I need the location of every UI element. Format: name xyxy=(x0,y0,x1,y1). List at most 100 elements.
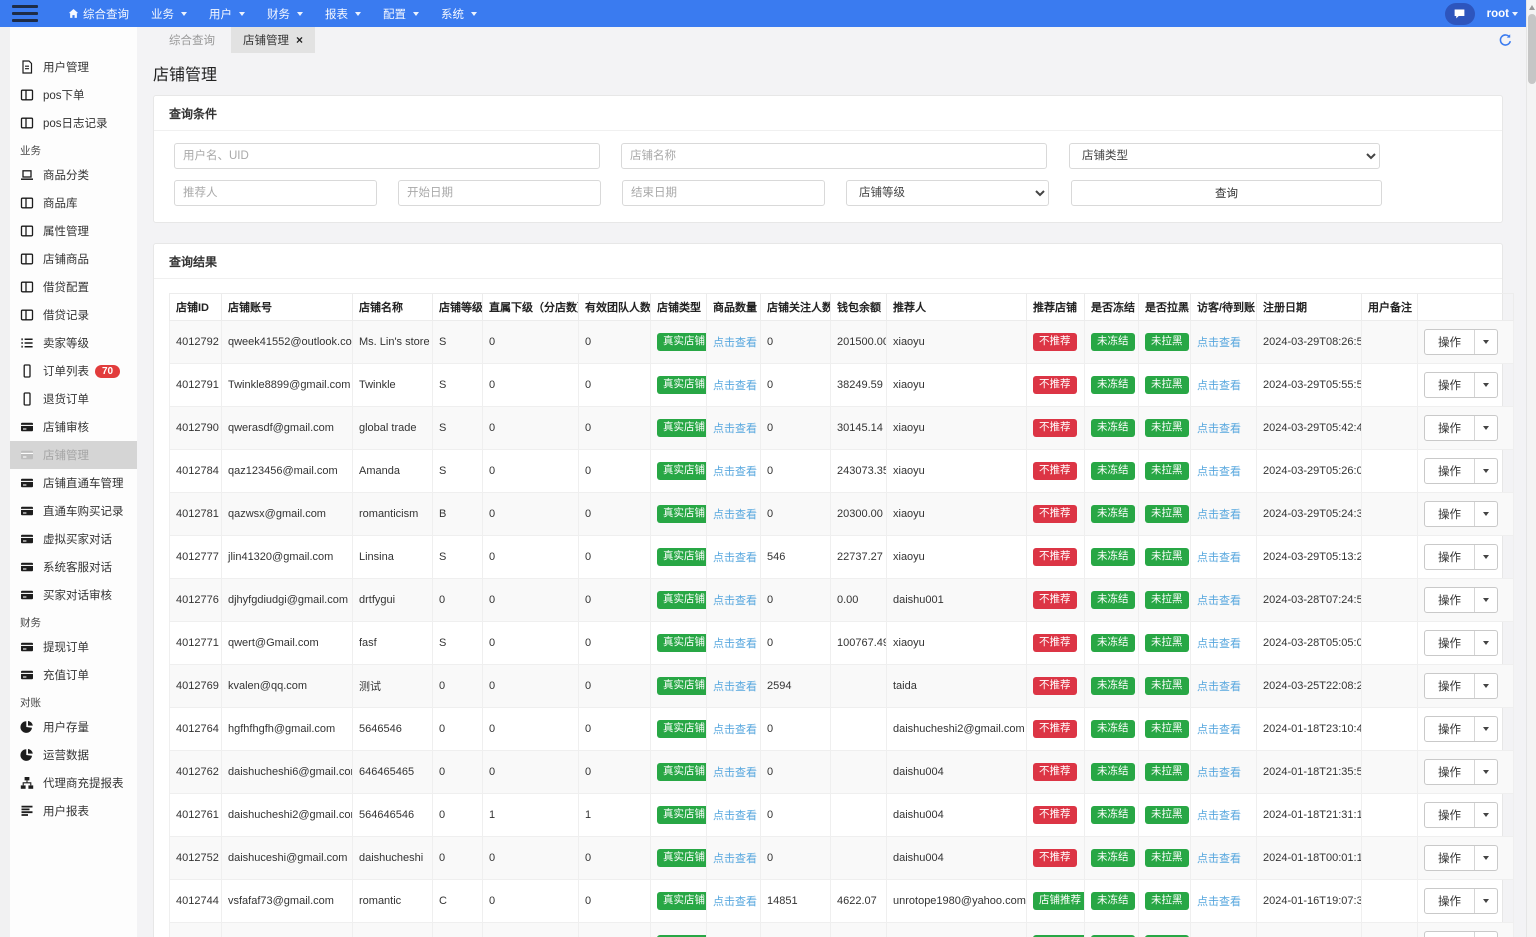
nav-item-user[interactable]: 用户 xyxy=(209,6,245,22)
sidebar-item-user-mgmt[interactable]: 用户管理 xyxy=(10,53,137,81)
view-visitors-link[interactable]: 点击查看 xyxy=(1197,681,1241,693)
shop-level-select[interactable]: 店铺等级 xyxy=(846,180,1049,206)
action-dropdown-toggle[interactable] xyxy=(1475,502,1497,526)
action-dropdown-toggle[interactable] xyxy=(1475,717,1497,741)
action-button[interactable]: 操作 xyxy=(1425,416,1475,440)
action-button[interactable]: 操作 xyxy=(1425,588,1475,612)
menu-toggle-icon[interactable] xyxy=(12,4,38,23)
view-goods-link[interactable]: 点击查看 xyxy=(713,380,757,392)
action-dropdown-toggle[interactable] xyxy=(1475,588,1497,612)
action-split-button[interactable]: 操作 xyxy=(1424,458,1498,484)
sidebar-item-shop-mgmt[interactable]: 店铺管理 xyxy=(10,441,137,469)
view-visitors-link[interactable]: 点击查看 xyxy=(1197,466,1241,478)
view-goods-link[interactable]: 点击查看 xyxy=(713,509,757,521)
action-split-button[interactable]: 操作 xyxy=(1424,888,1498,914)
action-button[interactable]: 操作 xyxy=(1425,545,1475,569)
view-goods-link[interactable]: 点击查看 xyxy=(713,810,757,822)
action-button[interactable]: 操作 xyxy=(1425,846,1475,870)
nav-item-finance[interactable]: 财务 xyxy=(267,6,303,22)
action-split-button[interactable]: 操作 xyxy=(1424,716,1498,742)
action-split-button[interactable]: 操作 xyxy=(1424,802,1498,828)
view-goods-link[interactable]: 点击查看 xyxy=(713,552,757,564)
action-split-button[interactable]: 操作 xyxy=(1424,630,1498,656)
view-visitors-link[interactable]: 点击查看 xyxy=(1197,380,1241,392)
sidebar-item-user-stock[interactable]: 用户存量 xyxy=(10,713,137,741)
action-button[interactable]: 操作 xyxy=(1425,717,1475,741)
action-dropdown-toggle[interactable] xyxy=(1475,932,1497,937)
shop-name-input[interactable] xyxy=(621,143,1047,169)
view-goods-link[interactable]: 点击查看 xyxy=(713,638,757,650)
sidebar-item-agent-report[interactable]: 代理商充提报表 xyxy=(10,769,137,797)
action-button[interactable]: 操作 xyxy=(1425,373,1475,397)
view-visitors-link[interactable]: 点击查看 xyxy=(1197,724,1241,736)
action-button[interactable]: 操作 xyxy=(1425,631,1475,655)
view-goods-link[interactable]: 点击查看 xyxy=(713,595,757,607)
view-visitors-link[interactable]: 点击查看 xyxy=(1197,595,1241,607)
action-dropdown-toggle[interactable] xyxy=(1475,674,1497,698)
shop-type-select[interactable]: 店铺类型 xyxy=(1069,143,1380,169)
view-visitors-link[interactable]: 点击查看 xyxy=(1197,423,1241,435)
action-dropdown-toggle[interactable] xyxy=(1475,631,1497,655)
action-split-button[interactable]: 操作 xyxy=(1424,759,1498,785)
action-split-button[interactable]: 操作 xyxy=(1424,673,1498,699)
view-goods-link[interactable]: 点击查看 xyxy=(713,853,757,865)
tab-shop-management[interactable]: 店铺管理 × xyxy=(231,27,316,53)
view-goods-link[interactable]: 点击查看 xyxy=(713,681,757,693)
action-dropdown-toggle[interactable] xyxy=(1475,330,1497,354)
action-button[interactable]: 操作 xyxy=(1425,889,1475,913)
action-split-button[interactable]: 操作 xyxy=(1424,329,1498,355)
sidebar-item-system-cs-chat[interactable]: 系统客服对话 xyxy=(10,553,137,581)
username-uid-input[interactable] xyxy=(174,143,600,169)
sidebar-item-train-buy-record[interactable]: 直通车购买记录 xyxy=(10,497,137,525)
view-visitors-link[interactable]: 点击查看 xyxy=(1197,810,1241,822)
action-dropdown-toggle[interactable] xyxy=(1475,889,1497,913)
sidebar-item-shop-goods[interactable]: 店铺商品 xyxy=(10,245,137,273)
action-button[interactable]: 操作 xyxy=(1425,459,1475,483)
action-dropdown-toggle[interactable] xyxy=(1475,373,1497,397)
action-split-button[interactable]: 操作 xyxy=(1424,372,1498,398)
action-split-button[interactable]: 操作 xyxy=(1424,544,1498,570)
action-split-button[interactable]: 操作 xyxy=(1424,845,1498,871)
view-goods-link[interactable]: 点击查看 xyxy=(713,337,757,349)
refresh-icon[interactable] xyxy=(1498,33,1512,47)
sidebar-item-goods-lib[interactable]: 商品库 xyxy=(10,189,137,217)
scrollbar[interactable] xyxy=(1526,0,1536,937)
nav-item-report[interactable]: 报表 xyxy=(325,6,361,22)
view-visitors-link[interactable]: 点击查看 xyxy=(1197,767,1241,779)
action-dropdown-toggle[interactable] xyxy=(1475,760,1497,784)
sidebar-item-goods-category[interactable]: 商品分类 xyxy=(10,161,137,189)
sidebar-item-pos-log[interactable]: pos日志记录 xyxy=(10,109,137,137)
nav-item-home[interactable]: 综合查询 xyxy=(68,6,129,22)
sidebar-item-loan-record[interactable]: 借贷记录 xyxy=(10,301,137,329)
nav-item-system[interactable]: 系统 xyxy=(441,6,477,22)
sidebar-item-user-report[interactable]: 用户报表 xyxy=(10,797,137,825)
action-button[interactable]: 操作 xyxy=(1425,932,1475,937)
end-date-input[interactable] xyxy=(622,180,825,206)
action-split-button[interactable]: 操作 xyxy=(1424,501,1498,527)
sidebar-item-shop-train-mgmt[interactable]: 店铺直通车管理 xyxy=(10,469,137,497)
sidebar-item-operation-data[interactable]: 运营数据 xyxy=(10,741,137,769)
action-button[interactable]: 操作 xyxy=(1425,674,1475,698)
action-dropdown-toggle[interactable] xyxy=(1475,459,1497,483)
referrer-input[interactable] xyxy=(174,180,377,206)
user-menu[interactable]: root xyxy=(1487,8,1518,20)
action-button[interactable]: 操作 xyxy=(1425,502,1475,526)
view-goods-link[interactable]: 点击查看 xyxy=(713,423,757,435)
action-button[interactable]: 操作 xyxy=(1425,760,1475,784)
view-visitors-link[interactable]: 点击查看 xyxy=(1197,509,1241,521)
view-visitors-link[interactable]: 点击查看 xyxy=(1197,337,1241,349)
scrollbar-up-arrow[interactable] xyxy=(1528,5,1535,10)
start-date-input[interactable] xyxy=(398,180,601,206)
view-goods-link[interactable]: 点击查看 xyxy=(713,466,757,478)
view-visitors-link[interactable]: 点击查看 xyxy=(1197,896,1241,908)
sidebar-item-shop-audit[interactable]: 店铺审核 xyxy=(10,413,137,441)
tab-home[interactable]: 综合查询 xyxy=(153,27,231,53)
view-visitors-link[interactable]: 点击查看 xyxy=(1197,853,1241,865)
action-split-button[interactable]: 操作 xyxy=(1424,415,1498,441)
sidebar-item-attr-mgmt[interactable]: 属性管理 xyxy=(10,217,137,245)
action-dropdown-toggle[interactable] xyxy=(1475,545,1497,569)
action-button[interactable]: 操作 xyxy=(1425,803,1475,827)
sidebar-item-virtual-buyer-chat[interactable]: 虚拟买家对话 xyxy=(10,525,137,553)
nav-item-config[interactable]: 配置 xyxy=(383,6,419,22)
sidebar-item-loan-config[interactable]: 借贷配置 xyxy=(10,273,137,301)
